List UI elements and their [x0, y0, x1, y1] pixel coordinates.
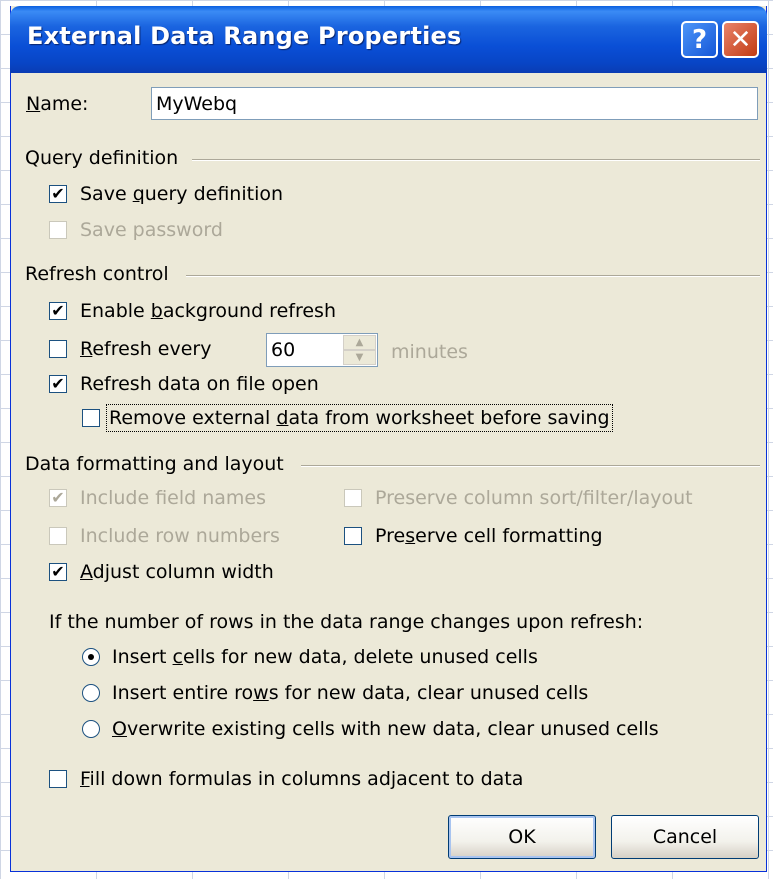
- radio-selected-dot: [88, 654, 94, 660]
- adjust-column-width-checkbox[interactable]: ✔: [49, 563, 67, 581]
- query-definition-group-title: Query definition: [25, 147, 179, 169]
- arrow-down-icon: ▼: [355, 352, 364, 363]
- preserve-sort-label: Preserve column sort/filter/layout: [375, 487, 693, 509]
- close-icon: ✕: [729, 24, 752, 55]
- insert-cells-label[interactable]: Insert cells for new data, delete unused…: [112, 646, 538, 668]
- save-password-checkbox[interactable]: [49, 221, 67, 239]
- overwrite-cells-label[interactable]: Overwrite existing cells with new data, …: [112, 718, 659, 740]
- refresh-control-separator: [186, 275, 760, 277]
- include-row-numbers-checkbox[interactable]: [49, 527, 67, 545]
- spin-up-button[interactable]: ▲: [343, 335, 376, 350]
- refresh-interval-value: 60: [271, 339, 296, 361]
- name-input-value: MyWebq: [156, 92, 238, 115]
- dialog-title: External Data Range Properties: [27, 22, 462, 50]
- fill-down-label[interactable]: Fill down formulas in columns adjacent t…: [80, 768, 523, 790]
- spin-down-button[interactable]: ▼: [343, 350, 376, 365]
- preserve-sort-checkbox[interactable]: [344, 489, 362, 507]
- include-field-names-checkbox[interactable]: ✔: [49, 489, 67, 507]
- cancel-button[interactable]: Cancel: [611, 815, 759, 859]
- preserve-cell-formatting-label[interactable]: Preserve cell formatting: [375, 525, 603, 547]
- question-mark-icon: ?: [691, 24, 708, 55]
- save-query-definition-label[interactable]: Save query definition: [80, 183, 283, 205]
- name-label: Name:: [26, 93, 89, 115]
- include-field-names-label: Include field names: [80, 487, 267, 509]
- arrow-up-icon: ▲: [355, 337, 364, 348]
- insert-rows-label[interactable]: Insert entire rows for new data, clear u…: [112, 682, 588, 704]
- name-input[interactable]: MyWebq: [151, 87, 758, 120]
- ok-button[interactable]: OK: [448, 815, 596, 859]
- refresh-control-group-title: Refresh control: [25, 263, 169, 285]
- rows-change-prompt: If the number of rows in the data range …: [49, 611, 644, 633]
- data-formatting-separator: [301, 465, 760, 467]
- refresh-every-checkbox[interactable]: [49, 340, 67, 358]
- refresh-on-open-label[interactable]: Refresh data on file open: [80, 373, 319, 395]
- remove-external-data-label[interactable]: Remove external data from worksheet befo…: [106, 404, 613, 432]
- include-row-numbers-label: Include row numbers: [80, 525, 280, 547]
- refresh-on-open-checkbox[interactable]: ✔: [49, 375, 67, 393]
- fill-down-checkbox[interactable]: [49, 770, 67, 788]
- minutes-label: minutes: [391, 341, 468, 363]
- adjust-column-width-label[interactable]: Adjust column width: [80, 561, 274, 583]
- title-bar[interactable]: External Data Range Properties ? ✕: [10, 6, 767, 73]
- insert-cells-radio[interactable]: [82, 648, 100, 666]
- save-query-definition-checkbox[interactable]: ✔: [49, 185, 67, 203]
- enable-background-refresh-checkbox[interactable]: ✔: [49, 302, 67, 320]
- overwrite-cells-radio[interactable]: [82, 720, 100, 738]
- enable-background-refresh-label[interactable]: Enable background refresh: [80, 300, 336, 322]
- preserve-cell-formatting-checkbox[interactable]: [344, 527, 362, 545]
- refresh-interval-spinner[interactable]: 60 ▲ ▼: [266, 333, 378, 367]
- external-data-range-properties-dialog: External Data Range Properties ? ✕ Name:…: [10, 6, 767, 872]
- query-definition-separator: [192, 159, 760, 161]
- data-formatting-group-title: Data formatting and layout: [25, 453, 284, 475]
- help-button[interactable]: ?: [681, 21, 718, 58]
- insert-rows-radio[interactable]: [82, 684, 100, 702]
- remove-external-data-checkbox[interactable]: [82, 409, 100, 427]
- refresh-every-label[interactable]: Refresh every: [80, 338, 211, 360]
- close-button[interactable]: ✕: [722, 21, 759, 58]
- save-password-label: Save password: [80, 219, 223, 241]
